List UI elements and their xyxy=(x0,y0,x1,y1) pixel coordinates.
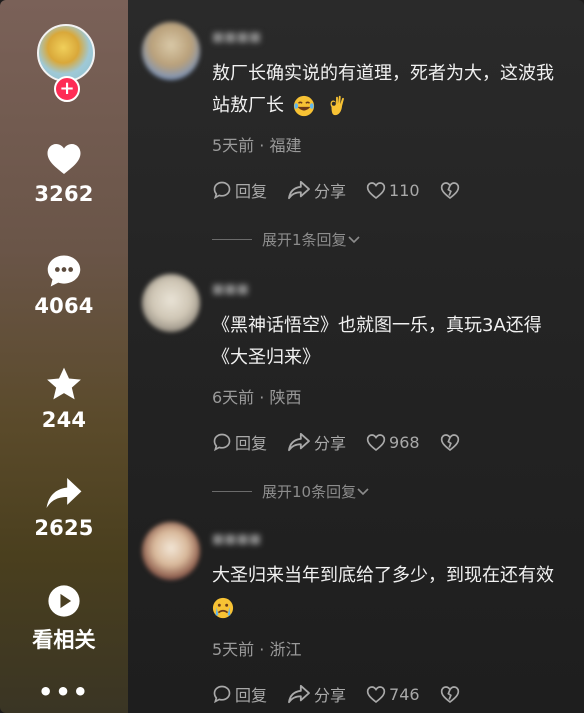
reply-bubble-icon xyxy=(213,433,231,452)
broken-heart-icon xyxy=(440,181,459,199)
share-arrow-icon xyxy=(46,477,82,509)
comment-actions: 回复 分享 746 xyxy=(212,682,483,706)
share-label: 分享 xyxy=(314,686,347,705)
comments-panel: ■■■■ 敖厂长确实说的有道理，死者为大，这波我 站敖厂长 5天前 · 福建 回… xyxy=(128,0,584,713)
heart-icon xyxy=(47,144,81,174)
related-videos-button[interactable]: 看相关 xyxy=(0,584,128,654)
comment-actions: 回复 分享 110 xyxy=(212,178,483,202)
comment-text-line xyxy=(212,592,567,624)
share-comment-button[interactable]: 分享 xyxy=(287,682,346,706)
follow-button[interactable]: + xyxy=(54,76,80,102)
comment-like-button[interactable]: 746 xyxy=(366,685,420,704)
broken-heart-icon xyxy=(440,433,459,451)
commenter-avatar[interactable] xyxy=(142,22,200,80)
comment-meta: 6天前 · 陕西 xyxy=(212,388,302,407)
share-comment-button[interactable]: 分享 xyxy=(287,430,346,454)
dislike-button[interactable] xyxy=(440,181,463,200)
comment-text: 敖厂长确实说的有道理，死者为大，这波我 站敖厂长 xyxy=(212,58,567,122)
reply-label: 回复 xyxy=(235,434,268,453)
share-arrow-outline-icon xyxy=(288,684,310,704)
like-count: 3262 xyxy=(34,182,94,206)
favorite-button[interactable]: 244 xyxy=(0,366,128,432)
commenter-avatar[interactable] xyxy=(142,522,200,580)
video-comment-screen: + 3262 4064 244 2625 看相关 ••• ■■■■ 敖厂长确实说… xyxy=(0,0,584,713)
crying-face-emoji-icon xyxy=(212,597,234,619)
comment-like-button[interactable]: 968 xyxy=(366,433,420,452)
commenter-name-blurred[interactable]: ■■■■ xyxy=(212,30,261,45)
commenter-avatar[interactable] xyxy=(142,274,200,332)
comment-text-fragment: 站敖厂长 xyxy=(212,95,284,116)
comment-text-line: 敖厂长确实说的有道理，死者为大，这波我 xyxy=(212,63,554,84)
comment-text-line: 站敖厂长 xyxy=(212,90,567,122)
favorite-count: 244 xyxy=(41,408,87,432)
like-count: 110 xyxy=(389,180,420,200)
star-icon xyxy=(47,367,81,400)
reply-button[interactable]: 回复 xyxy=(212,178,267,202)
dislike-button[interactable] xyxy=(440,685,463,704)
broken-heart-icon xyxy=(440,685,459,703)
chevron-down-icon xyxy=(347,235,360,243)
heart-outline-icon xyxy=(366,685,386,703)
comment-bubble-icon xyxy=(47,255,81,287)
like-count: 746 xyxy=(389,684,420,704)
share-arrow-outline-icon xyxy=(288,180,310,200)
ok-hand-emoji-icon xyxy=(331,95,345,116)
comment-actions: 回复 分享 968 xyxy=(212,430,483,454)
comment-count: 4064 xyxy=(34,294,94,318)
heart-outline-icon xyxy=(366,433,386,451)
expand-replies[interactable]: 展开10条回复 xyxy=(212,481,370,502)
comment-text-line: 《黑神话悟空》也就图一乐，真玩3A还得 xyxy=(212,315,542,336)
comment-meta: 5天前 · 福建 xyxy=(212,136,302,155)
comment-text: 《黑神话悟空》也就图一乐，真玩3A还得 《大圣归来》 xyxy=(212,310,567,374)
dislike-button[interactable] xyxy=(440,433,463,452)
share-count: 2625 xyxy=(34,516,94,540)
reply-button[interactable]: 回复 xyxy=(212,430,267,454)
comment-text-line: 《大圣归来》 xyxy=(212,347,320,368)
reply-label: 回复 xyxy=(235,182,268,201)
divider-line xyxy=(212,239,252,240)
divider-line xyxy=(212,491,252,492)
reply-bubble-icon xyxy=(213,181,231,200)
commenter-name-blurred[interactable]: ■■■■ xyxy=(212,532,261,547)
share-label: 分享 xyxy=(314,434,347,453)
comment-meta: 5天前 · 浙江 xyxy=(212,640,302,659)
like-count: 968 xyxy=(389,432,420,452)
expand-replies-label: 展开10条回复 xyxy=(262,483,357,501)
creator-avatar[interactable] xyxy=(37,24,95,82)
reply-label: 回复 xyxy=(235,686,268,705)
reply-bubble-icon xyxy=(213,685,231,704)
comment-text-line: 大圣归来当年到底给了多少，到现在还有效 xyxy=(212,565,554,586)
share-arrow-outline-icon xyxy=(288,432,310,452)
comment-like-button[interactable]: 110 xyxy=(366,181,420,200)
expand-replies[interactable]: 展开1条回复 xyxy=(212,229,361,250)
more-options-button[interactable]: ••• xyxy=(0,680,128,704)
comment-text: 大圣归来当年到底给了多少，到现在还有效 xyxy=(212,560,567,624)
related-label: 看相关 xyxy=(32,628,96,652)
heart-outline-icon xyxy=(366,181,386,199)
share-comment-button[interactable]: 分享 xyxy=(287,178,346,202)
commenter-name-blurred[interactable]: ■■■ xyxy=(212,282,249,297)
laughing-tears-emoji-icon xyxy=(293,95,314,117)
expand-replies-label: 展开1条回复 xyxy=(262,231,347,249)
play-circle-icon xyxy=(48,585,80,617)
comment-button[interactable]: 4064 xyxy=(0,254,128,318)
share-label: 分享 xyxy=(314,182,347,201)
reply-button[interactable]: 回复 xyxy=(212,682,267,706)
chevron-down-icon xyxy=(357,487,369,495)
share-button[interactable]: 2625 xyxy=(0,476,128,540)
like-button[interactable]: 3262 xyxy=(0,142,128,206)
action-rail: + 3262 4064 244 2625 看相关 ••• xyxy=(0,0,128,713)
